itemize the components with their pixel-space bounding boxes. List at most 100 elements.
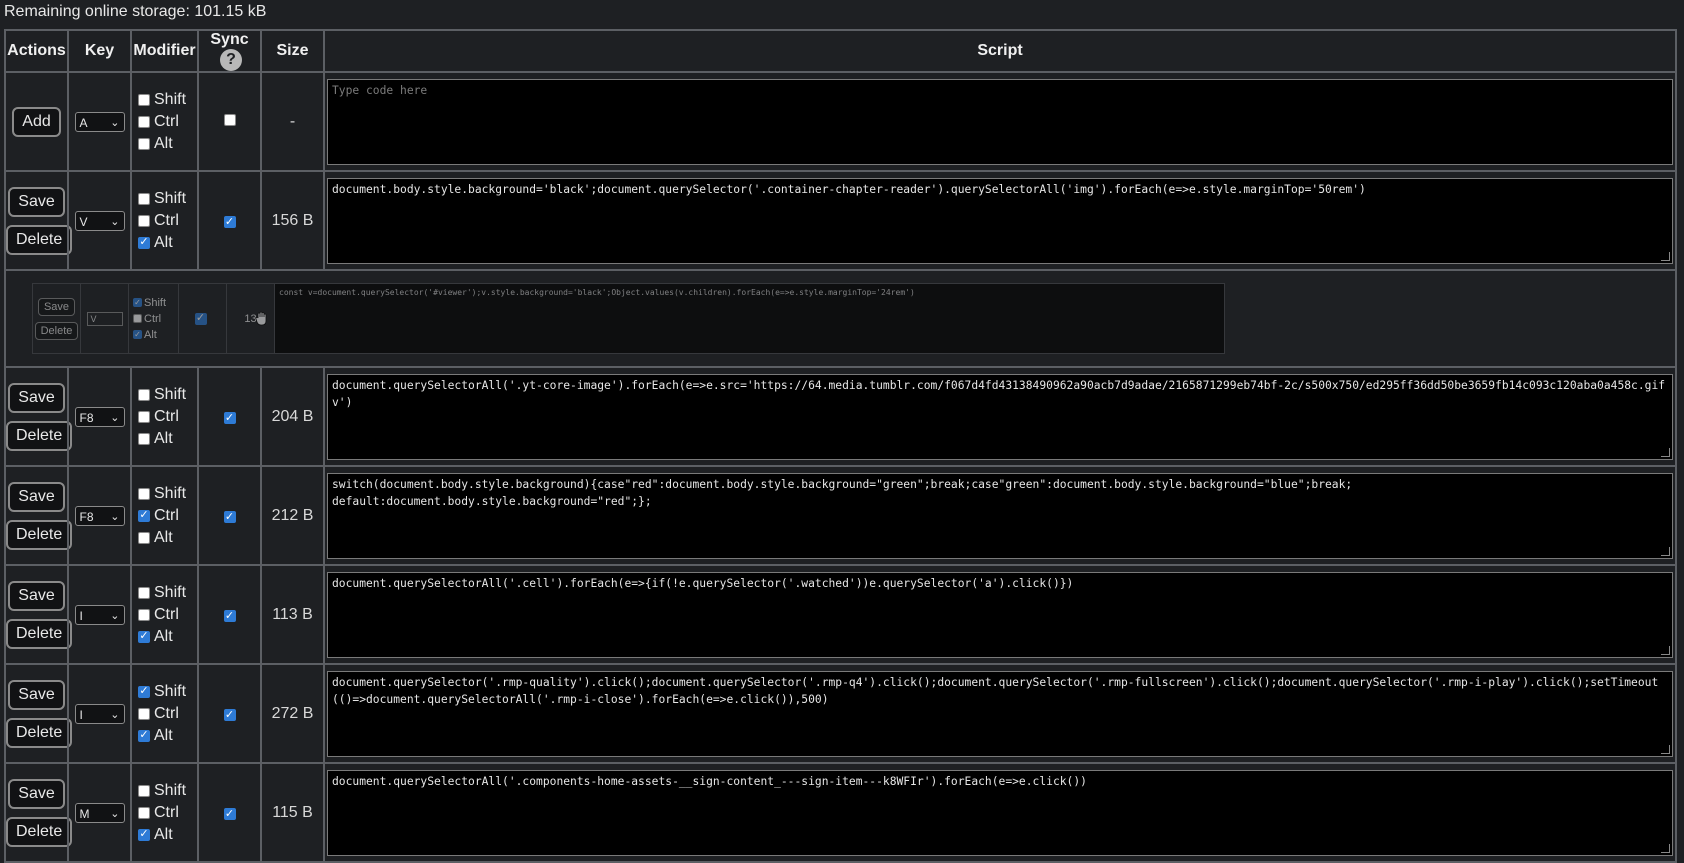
script-text: document.querySelectorAll('.cell').forEa…	[332, 576, 1074, 590]
resize-grip-icon[interactable]	[1661, 645, 1670, 655]
shift-label: Shift	[154, 385, 187, 403]
shift-label: Shift	[154, 90, 187, 108]
key-select[interactable]: I ⌄	[74, 604, 125, 625]
alt-label: Alt	[154, 429, 173, 447]
resize-grip-icon[interactable]	[1661, 843, 1670, 853]
alt-checkbox[interactable]: ✓	[138, 630, 150, 643]
key-select[interactable]: F8 ⌄	[74, 505, 125, 526]
storage-status: Remaining online storage: 101.15 kB	[4, 3, 267, 20]
alt-label: Alt	[154, 627, 173, 645]
sync-checkbox[interactable]: ✓	[223, 412, 236, 424]
ctrl-label: Ctrl	[154, 407, 179, 425]
ctrl-checkbox[interactable]	[138, 608, 150, 621]
key-select[interactable]: M ⌄	[74, 802, 125, 823]
alt-checkbox[interactable]: ✓	[138, 828, 150, 841]
script-textarea: const v=document.querySelector('#viewer'…	[275, 284, 1224, 353]
save-button[interactable]: Save	[8, 186, 65, 217]
size-value: 212 B	[260, 465, 325, 566]
save-button[interactable]: Save	[8, 580, 65, 611]
alt-checkbox[interactable]	[138, 531, 150, 544]
ctrl-checkbox[interactable]: ✓	[138, 509, 150, 522]
script-textarea[interactable]: document.querySelector('.rmp-quality').c…	[327, 670, 1673, 757]
script-textarea[interactable]: document.body.style.background='black';d…	[327, 177, 1673, 264]
ctrl-label: Ctrl	[154, 112, 179, 130]
shift-checkbox[interactable]	[138, 388, 150, 401]
script-textarea[interactable]: switch(document.body.style.background){c…	[327, 472, 1673, 559]
ctrl-checkbox	[133, 314, 142, 323]
delete-button[interactable]: Delete	[6, 717, 73, 748]
header-modifier: Modifier	[130, 29, 199, 73]
size-value: -	[260, 71, 325, 172]
sync-checkbox[interactable]: ✓	[223, 216, 236, 228]
ctrl-checkbox[interactable]	[138, 707, 150, 720]
resize-grip-icon[interactable]	[1661, 251, 1670, 261]
script-textarea[interactable]: Type code here	[327, 78, 1673, 165]
save-button[interactable]: Save	[8, 778, 65, 809]
script-text: document.body.style.background='black';d…	[332, 182, 1366, 196]
save-button[interactable]: Save	[8, 481, 65, 512]
alt-checkbox[interactable]	[138, 432, 150, 445]
shift-checkbox[interactable]	[138, 93, 150, 106]
key-select[interactable]: V ⌄	[74, 210, 125, 231]
script-text: document.querySelector('.rmp-quality').c…	[332, 675, 1659, 706]
shift-checkbox[interactable]	[138, 784, 150, 797]
new-shortcut-row: Add A ⌄ Shift Ctrl Alt - Type code here	[4, 71, 1677, 172]
sync-checkbox[interactable]: ✓	[223, 511, 236, 523]
alt-label: Alt	[154, 528, 173, 546]
key-select-value: F8	[79, 509, 94, 524]
chevron-down-icon: ⌄	[110, 807, 120, 820]
ctrl-checkbox[interactable]	[138, 410, 150, 423]
save-button[interactable]: Save	[8, 679, 65, 710]
alt-checkbox[interactable]	[138, 137, 150, 150]
shortcut-row: Save Delete I ⌄ Shift Ctrl ✓ Alt ✓ 113 Bdocument.…	[4, 564, 1677, 665]
shift-checkbox[interactable]	[138, 586, 150, 599]
alt-checkbox[interactable]: ✓	[138, 729, 150, 742]
alt-checkbox[interactable]: ✓	[138, 236, 150, 249]
script-textarea[interactable]: document.querySelectorAll('.components-h…	[327, 769, 1673, 856]
resize-grip-icon[interactable]	[1661, 546, 1670, 556]
shortcut-row: Save Delete I ⌄ ✓ Shift Ctrl ✓ Alt ✓ 272 Bdocument…	[4, 663, 1677, 764]
save-button[interactable]: Save	[8, 382, 65, 413]
save-button: Save	[37, 297, 76, 316]
dragged-shortcut-ghost[interactable]: Save Delete V ✓ Shift Ctrl ✓ Alt ✓ 13 const v=docu…	[32, 283, 1225, 354]
sync-checkbox[interactable]: ✓	[223, 808, 236, 820]
delete-button[interactable]: Delete	[6, 420, 73, 451]
script-text: document.querySelectorAll('.components-h…	[332, 774, 1087, 788]
key-select[interactable]: I ⌄	[74, 703, 125, 724]
resize-grip-icon[interactable]	[1661, 447, 1670, 457]
shortcut-row: Save Delete M ⌄ Shift Ctrl ✓ Alt ✓ 115 Bdocument.…	[4, 762, 1677, 863]
shift-checkbox[interactable]	[138, 487, 150, 500]
ctrl-checkbox[interactable]	[138, 806, 150, 819]
sync-checkbox[interactable]	[223, 113, 236, 126]
delete-button[interactable]: Delete	[6, 224, 73, 255]
script-textarea[interactable]: document.querySelectorAll('.cell').forEa…	[327, 571, 1673, 658]
help-icon[interactable]: ?	[220, 49, 242, 71]
sync-checkbox: ✓	[194, 312, 207, 325]
sync-checkbox[interactable]: ✓	[223, 610, 236, 622]
ctrl-label: Ctrl	[154, 704, 179, 722]
delete-button[interactable]: Delete	[6, 816, 73, 847]
ctrl-checkbox[interactable]	[138, 214, 150, 227]
header-sync-label: Sync	[210, 31, 249, 48]
alt-label: Alt	[144, 328, 157, 341]
shortcut-row: Save Delete V ⌄ Shift Ctrl ✓ Alt ✓ 156 Bdocument.…	[4, 170, 1677, 271]
ctrl-label: Ctrl	[144, 312, 162, 325]
sync-checkbox[interactable]: ✓	[223, 709, 236, 721]
delete-button[interactable]: Delete	[6, 519, 73, 550]
size-value: 156 B	[260, 170, 325, 271]
resize-grip-icon[interactable]	[1661, 744, 1670, 754]
ctrl-checkbox[interactable]	[138, 115, 150, 128]
shift-checkbox[interactable]	[138, 192, 150, 205]
table-header: Actions Key Modifier Sync? Size Script	[4, 29, 1677, 73]
size-value: 272 B	[260, 663, 325, 764]
chevron-down-icon: ⌄	[110, 215, 120, 228]
key-select[interactable]: F8 ⌄	[74, 406, 125, 427]
shift-label: Shift	[154, 189, 187, 207]
chevron-down-icon: ⌄	[110, 116, 120, 129]
shift-checkbox[interactable]: ✓	[138, 685, 150, 698]
add-button[interactable]: Add	[12, 106, 61, 137]
script-textarea[interactable]: document.querySelectorAll('.yt-core-imag…	[327, 373, 1673, 460]
key-select[interactable]: A ⌄	[74, 111, 125, 132]
shift-label: Shift	[154, 583, 187, 601]
delete-button[interactable]: Delete	[6, 618, 73, 649]
